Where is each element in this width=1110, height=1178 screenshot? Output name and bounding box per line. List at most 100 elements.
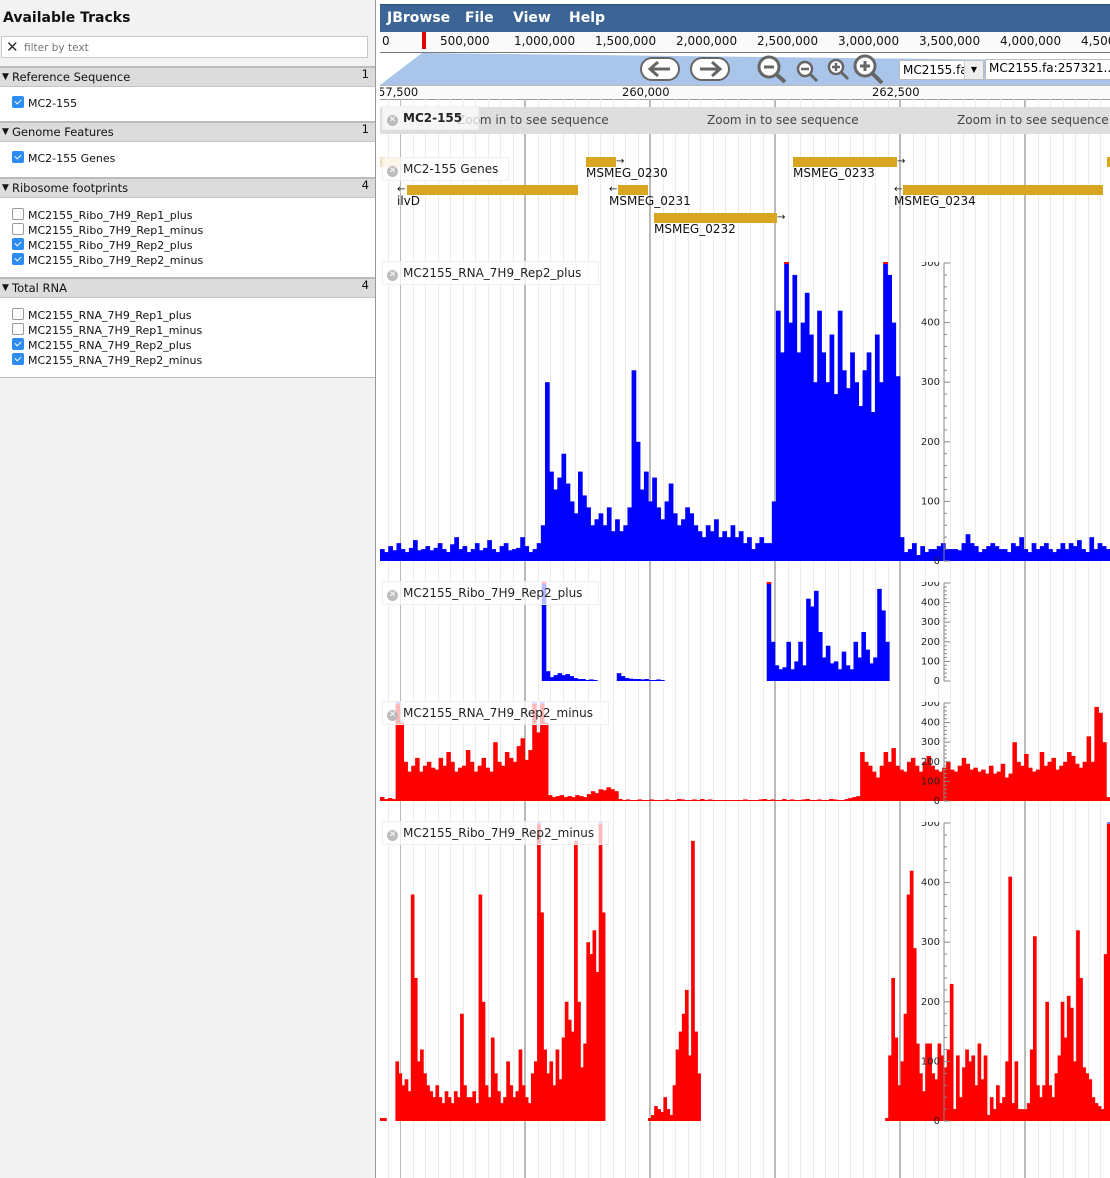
close-track-icon[interactable]: ✕ [387, 710, 398, 721]
coverage-bar [543, 722, 549, 801]
collapse-triangle-icon[interactable]: ▼ [2, 123, 9, 141]
track-label-genes[interactable]: ✕ MC2-155 Genes [382, 157, 509, 181]
track-checkbox[interactable] [12, 96, 24, 108]
track-checkbox[interactable] [12, 208, 24, 220]
coverage-bar [524, 759, 529, 801]
coverage-bar [895, 765, 900, 801]
coverage-bar [700, 799, 705, 801]
coverage-bar [477, 765, 483, 801]
track-label-coverage[interactable]: ✕ MC2155_RNA_7H9_Rep2_minus [382, 701, 609, 725]
menu-view[interactable]: View [513, 10, 551, 26]
coverage-bar [660, 680, 665, 681]
coverage-bar [1070, 755, 1076, 801]
location-input[interactable]: MC2155.fa:257321..26 [985, 59, 1110, 80]
track-checkbox[interactable] [12, 338, 24, 350]
zoom-in-large-icon[interactable] [851, 53, 885, 85]
pan-right-icon[interactable] [689, 56, 731, 82]
track-item[interactable]: MC2155_RNA_7H9_Rep1_minus [12, 323, 202, 338]
coverage-bar [649, 799, 654, 801]
menu-bar: JBrowse File View Help [380, 4, 1110, 33]
track-item[interactable]: MC2155_RNA_7H9_Rep2_plus [12, 338, 191, 353]
coverage-bar [875, 777, 881, 801]
menu-help[interactable]: Help [569, 10, 605, 26]
track-item[interactable]: MC2155_Ribo_7H9_Rep1_plus [12, 208, 192, 223]
coverage-bar [828, 799, 834, 801]
coverage-bar [421, 549, 426, 561]
track-item[interactable]: MC2155_Ribo_7H9_Rep2_plus [12, 238, 192, 253]
genome-overview-bar[interactable]: 0 500,000 1,000,000 1,500,000 2,000,000 … [380, 32, 1110, 53]
coverage-bar [850, 352, 855, 561]
zoom-in-small-icon[interactable] [826, 57, 850, 81]
overview-tick: 2,500,000 [757, 34, 819, 48]
coverage-track-ribo-rep2-minus: 500 400 300 200 100 0 [380, 822, 1110, 1124]
coverage-bar [643, 471, 649, 561]
track-label-coverage[interactable]: ✕ MC2155_RNA_7H9_Rep2_plus [382, 261, 599, 285]
coverage-bar [806, 598, 811, 681]
collapse-triangle-icon[interactable]: ▼ [2, 68, 9, 86]
coverage-bar [614, 791, 619, 801]
category-header[interactable]: ▼ Reference Sequence 1 [0, 66, 375, 87]
pan-left-icon[interactable] [639, 56, 681, 82]
coverage-bar [1094, 706, 1099, 801]
coverage-bar [582, 495, 587, 561]
coverage-bar [601, 912, 606, 1121]
track-checkbox[interactable] [12, 223, 24, 235]
coverage-bar [470, 549, 476, 561]
track-item[interactable]: MC2155_RNA_7H9_Rep1_plus [12, 308, 191, 323]
track-checkbox[interactable] [12, 308, 24, 320]
track-item[interactable]: MC2155_Ribo_7H9_Rep2_minus [12, 253, 203, 268]
close-track-icon[interactable]: ✕ [387, 166, 398, 177]
category-header[interactable]: ▼ Genome Features 1 [0, 121, 375, 142]
coverage-bar [1008, 773, 1013, 801]
coverage-bar [770, 799, 775, 801]
chevron-down-icon[interactable]: ▼ [964, 61, 983, 79]
track-item[interactable]: MC2-155 Genes [12, 151, 115, 166]
coverage-bar [408, 547, 414, 561]
reference-sequence-select[interactable]: MC2155.fa ▼ [899, 60, 984, 80]
clear-filter-icon[interactable]: ✕ [6, 38, 19, 56]
gene-feature[interactable] [407, 185, 578, 195]
filter-input[interactable] [22, 39, 356, 57]
track-checkbox[interactable] [12, 323, 24, 335]
coverage-bar [798, 641, 803, 681]
coverage-bar [973, 767, 978, 801]
coverage-bar [1023, 549, 1029, 561]
close-track-icon[interactable]: ✕ [387, 270, 398, 281]
collapse-triangle-icon[interactable]: ▼ [2, 179, 9, 197]
track-item[interactable]: MC2155_RNA_7H9_Rep2_minus [12, 353, 202, 368]
coverage-bar [499, 546, 505, 561]
zoom-out-small-icon[interactable] [795, 59, 819, 83]
coverage-bar [1012, 742, 1017, 801]
track-name: MC2155_RNA_7H9_Rep2_minus [403, 706, 594, 720]
coverage-bar [391, 799, 397, 801]
coverage-bar [565, 483, 571, 561]
track-label-reference[interactable]: ✕ MC2-155 [382, 106, 479, 130]
track-checkbox[interactable] [12, 353, 24, 365]
close-track-icon[interactable]: ✕ [387, 830, 398, 841]
coverage-bar [1098, 712, 1103, 801]
category-header[interactable]: ▼ Ribosome footprints 4 [0, 177, 375, 198]
track-checkbox[interactable] [12, 238, 24, 250]
track-label-coverage[interactable]: ✕ MC2155_Ribo_7H9_Rep2_minus [382, 821, 609, 845]
category-count: 1 [361, 122, 369, 136]
coverage-bar [1077, 540, 1082, 561]
track-label-coverage[interactable]: ✕ MC2155_Ribo_7H9_Rep2_plus [382, 581, 599, 605]
menu-file[interactable]: File [465, 10, 494, 26]
coverage-bar [516, 547, 521, 561]
track-label: MC2155_Ribo_7H9_Rep1_minus [28, 224, 204, 237]
category-genome-features: ▼ Genome Features 1 MC2-155 Genes [0, 121, 375, 178]
overview-location-marker[interactable] [422, 32, 426, 49]
coverage-bar [992, 773, 998, 801]
zoom-out-large-icon[interactable] [756, 54, 788, 84]
category-header[interactable]: ▼ Total RNA 4 [0, 277, 375, 298]
close-track-icon[interactable]: ✕ [387, 590, 398, 601]
coverage-bar [829, 663, 835, 681]
track-item[interactable]: MC2-155 [12, 96, 77, 111]
track-item[interactable]: MC2155_Ribo_7H9_Rep1_minus [12, 223, 203, 238]
track-checkbox[interactable] [12, 253, 24, 265]
track-checkbox[interactable] [12, 151, 24, 163]
close-track-icon[interactable]: ✕ [387, 115, 398, 126]
coverage-bar [829, 334, 835, 561]
category-reference-sequence: ▼ Reference Sequence 1 MC2-155 [0, 66, 375, 123]
collapse-triangle-icon[interactable]: ▼ [2, 279, 9, 297]
